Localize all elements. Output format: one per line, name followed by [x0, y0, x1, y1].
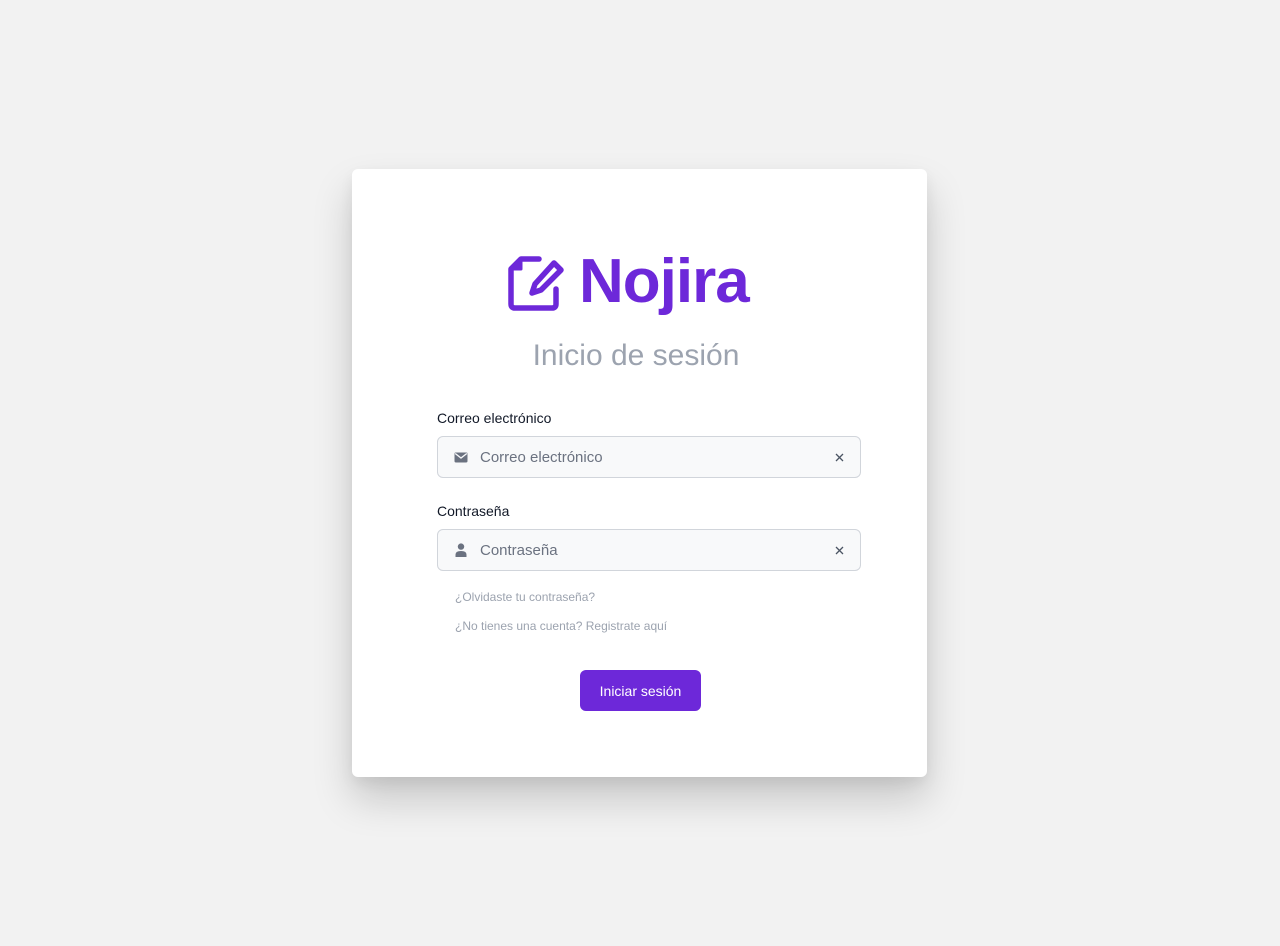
page-title: Inicio de sesión: [532, 339, 740, 372]
edit-document-icon: [508, 256, 564, 311]
login-button[interactable]: Iniciar sesión: [580, 670, 701, 711]
register-link[interactable]: ¿No tienes una cuenta? Registrate aquí: [455, 619, 667, 633]
password-input[interactable]: [480, 541, 824, 559]
close-icon: [835, 546, 843, 554]
close-icon: [835, 453, 843, 461]
email-field-container: [437, 436, 861, 478]
user-icon: [454, 543, 468, 557]
envelope-icon: [454, 450, 468, 464]
forgot-password-link[interactable]: ¿Olvidaste tu contraseña?: [455, 590, 595, 604]
password-field-container: [437, 529, 861, 571]
password-clear-button[interactable]: [824, 535, 854, 565]
email-label: Correo electrónico: [437, 410, 552, 426]
email-clear-button[interactable]: [824, 442, 854, 472]
password-label: Contraseña: [437, 503, 510, 519]
email-input[interactable]: [480, 448, 824, 466]
login-card: Nojira Inicio de sesión Correo electróni…: [352, 169, 927, 777]
brand-logo: Nojira: [508, 247, 750, 316]
brand-name: Nojira: [579, 247, 750, 316]
